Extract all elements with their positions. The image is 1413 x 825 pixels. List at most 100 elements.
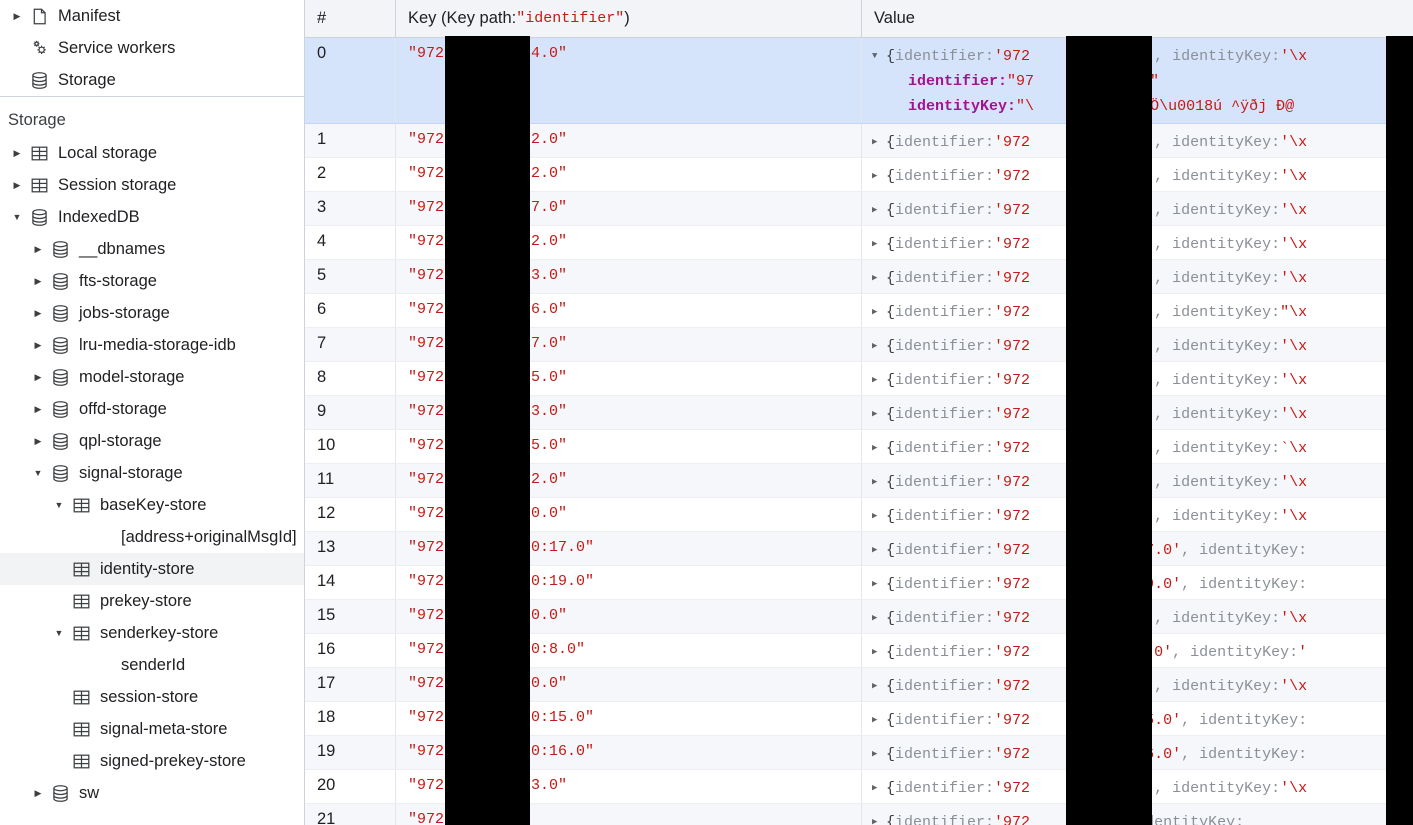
sidebar-item-signal-storage[interactable]: ▼ signal-storage bbox=[0, 457, 304, 489]
value-disclosure-collapsed-icon[interactable]: ▶ bbox=[872, 266, 886, 291]
value-disclosure-collapsed-icon[interactable]: ▶ bbox=[872, 674, 886, 699]
chevron-right-icon[interactable]: ▶ bbox=[29, 308, 47, 318]
chevron-right-icon[interactable]: ▶ bbox=[8, 180, 26, 190]
sidebar-item-sw[interactable]: ▶ sw bbox=[0, 777, 304, 809]
sidebar-item-qpl-storage[interactable]: ▶ qpl-storage bbox=[0, 425, 304, 457]
table-icon bbox=[68, 624, 94, 643]
value-identitykey-tail: '\x bbox=[1280, 48, 1308, 65]
sidebar-item-offd-storage[interactable]: ▶ offd-storage bbox=[0, 393, 304, 425]
sidebar-item-lru-media-storage-idb[interactable]: ▶ lru-media-storage-idb bbox=[0, 329, 304, 361]
value-disclosure-collapsed-icon[interactable]: ▶ bbox=[872, 334, 886, 359]
value-identifier-label: identifier: bbox=[895, 270, 995, 287]
chevron-right-icon[interactable]: ▶ bbox=[29, 404, 47, 414]
row-index-cell: 6 bbox=[305, 294, 396, 327]
sidebar-item-address-originalmsgid[interactable]: [address+originalMsgId] bbox=[0, 521, 304, 553]
sidebar-item-model-storage[interactable]: ▶ model-storage bbox=[0, 361, 304, 393]
value-disclosure-collapsed-icon[interactable]: ▶ bbox=[872, 130, 886, 155]
chevron-right-icon[interactable]: ▶ bbox=[29, 372, 47, 382]
sidebar-item-basekey-store[interactable]: ▼ baseKey-store bbox=[0, 489, 304, 521]
sidebar-item-label: [address+originalMsgId] bbox=[121, 527, 297, 546]
value-identifier-left: '972 bbox=[994, 406, 1031, 423]
value-disclosure-collapsed-icon[interactable]: ▶ bbox=[872, 776, 886, 801]
sidebar-item-dbnames[interactable]: ▶ __dbnames bbox=[0, 233, 304, 265]
value-identifier-left: '972 bbox=[994, 304, 1031, 321]
row-index-cell: 11 bbox=[305, 464, 396, 497]
row-index-cell: 18 bbox=[305, 702, 396, 735]
sidebar-item-service-workers[interactable]: Service workers bbox=[0, 32, 304, 64]
row-index-cell: 4 bbox=[305, 226, 396, 259]
chevron-right-icon[interactable]: ▶ bbox=[8, 11, 26, 21]
sidebar-item-signal-meta-store[interactable]: signal-meta-store bbox=[0, 713, 304, 745]
value-disclosure-collapsed-icon[interactable]: ▶ bbox=[872, 606, 886, 631]
chevron-right-icon[interactable]: ▶ bbox=[8, 148, 26, 158]
value-disclosure-collapsed-icon[interactable]: ▶ bbox=[872, 640, 886, 665]
sidebar-item-session-store[interactable]: session-store bbox=[0, 681, 304, 713]
key-left: "972 bbox=[408, 369, 445, 386]
value-disclosure-expanded-icon[interactable]: ▼ bbox=[872, 44, 886, 69]
value-identitykey-tail: '\x bbox=[1280, 168, 1308, 185]
sidebar-item-indexeddb[interactable]: ▼ IndexedDB bbox=[0, 201, 304, 233]
chevron-down-icon[interactable]: ▼ bbox=[8, 212, 26, 222]
table-icon bbox=[68, 560, 94, 579]
value-identitykey-label: , identityKey: bbox=[1154, 236, 1281, 253]
value-identitykey-label: , identityKey: bbox=[1154, 202, 1281, 219]
column-header-key[interactable]: Key (Key path: "identifier") bbox=[396, 0, 862, 38]
value-disclosure-collapsed-icon[interactable]: ▶ bbox=[872, 742, 886, 767]
storage-sidebar[interactable]: ▶ Manifest Service workers Storage Storage … bbox=[0, 0, 305, 825]
chevron-down-icon[interactable]: ▼ bbox=[50, 628, 68, 638]
value-disclosure-collapsed-icon[interactable]: ▶ bbox=[872, 402, 886, 427]
sidebar-item-session-storage[interactable]: ▶ Session storage bbox=[0, 169, 304, 201]
column-header-key-prefix: Key (Key path: bbox=[408, 9, 517, 27]
sidebar-item-senderkey-store[interactable]: ▼ senderkey-store bbox=[0, 617, 304, 649]
detail-colon: : bbox=[1007, 98, 1017, 115]
value-disclosure-collapsed-icon[interactable]: ▶ bbox=[872, 232, 886, 257]
table-icon bbox=[26, 144, 52, 163]
value-identifier-left: '972 bbox=[994, 542, 1031, 559]
sidebar-item-local-storage[interactable]: ▶ Local storage bbox=[0, 137, 304, 169]
row-index-cell: 2 bbox=[305, 158, 396, 191]
sidebar-item-identity-store[interactable]: identity-store bbox=[0, 553, 304, 585]
value-identifier-label: identifier: bbox=[895, 338, 995, 355]
chevron-down-icon[interactable]: ▼ bbox=[29, 468, 47, 478]
object-open-brace: { bbox=[886, 542, 896, 559]
chevron-right-icon[interactable]: ▶ bbox=[29, 788, 47, 798]
value-identifier-label: identifier: bbox=[895, 406, 995, 423]
sidebar-item-storage[interactable]: Storage bbox=[0, 64, 304, 96]
value-identifier-left: '972 bbox=[994, 746, 1031, 763]
chevron-right-icon[interactable]: ▶ bbox=[29, 340, 47, 350]
detail-value-left: "97 bbox=[1007, 73, 1035, 90]
column-header-key-suffix: ) bbox=[624, 9, 630, 27]
chevron-right-icon[interactable]: ▶ bbox=[29, 244, 47, 254]
value-disclosure-collapsed-icon[interactable]: ▶ bbox=[872, 572, 886, 597]
value-disclosure-collapsed-icon[interactable]: ▶ bbox=[872, 810, 886, 825]
value-disclosure-collapsed-icon[interactable]: ▶ bbox=[872, 708, 886, 733]
sidebar-item-senderid[interactable]: senderId bbox=[0, 649, 304, 681]
value-disclosure-collapsed-icon[interactable]: ▶ bbox=[872, 470, 886, 495]
chevron-right-icon[interactable]: ▶ bbox=[29, 276, 47, 286]
value-identitykey-label: , identityKey: bbox=[1154, 780, 1281, 797]
value-identifier-left: '972 bbox=[994, 48, 1031, 65]
object-open-brace: { bbox=[886, 746, 896, 763]
chevron-right-icon[interactable]: ▶ bbox=[29, 436, 47, 446]
storage-tree: ▶ Local storage ▶ Session storage ▼ IndexedDB… bbox=[0, 137, 304, 809]
value-disclosure-collapsed-icon[interactable]: ▶ bbox=[872, 504, 886, 529]
key-right: 2.0" bbox=[531, 471, 568, 488]
value-disclosure-collapsed-icon[interactable]: ▶ bbox=[872, 198, 886, 223]
sidebar-item-signed-prekey-store[interactable]: signed-prekey-store bbox=[0, 745, 304, 777]
sidebar-item-fts-storage[interactable]: ▶ fts-storage bbox=[0, 265, 304, 297]
sidebar-item-prekey-store[interactable]: prekey-store bbox=[0, 585, 304, 617]
key-right: 5.0" bbox=[531, 437, 568, 454]
value-disclosure-collapsed-icon[interactable]: ▶ bbox=[872, 300, 886, 325]
column-header-index[interactable]: # bbox=[305, 0, 396, 38]
key-right: 0.0" bbox=[531, 607, 568, 624]
value-disclosure-collapsed-icon[interactable]: ▶ bbox=[872, 368, 886, 393]
column-header-value[interactable]: Value bbox=[862, 0, 1413, 38]
sidebar-item-manifest[interactable]: ▶ Manifest bbox=[0, 0, 304, 32]
value-identifier-label: identifier: bbox=[895, 508, 995, 525]
sidebar-item-jobs-storage[interactable]: ▶ jobs-storage bbox=[0, 297, 304, 329]
value-disclosure-collapsed-icon[interactable]: ▶ bbox=[872, 436, 886, 461]
chevron-down-icon[interactable]: ▼ bbox=[50, 500, 68, 510]
value-disclosure-collapsed-icon[interactable]: ▶ bbox=[872, 164, 886, 189]
value-disclosure-collapsed-icon[interactable]: ▶ bbox=[872, 538, 886, 563]
value-identitykey-label: , identityKey: bbox=[1181, 746, 1308, 763]
